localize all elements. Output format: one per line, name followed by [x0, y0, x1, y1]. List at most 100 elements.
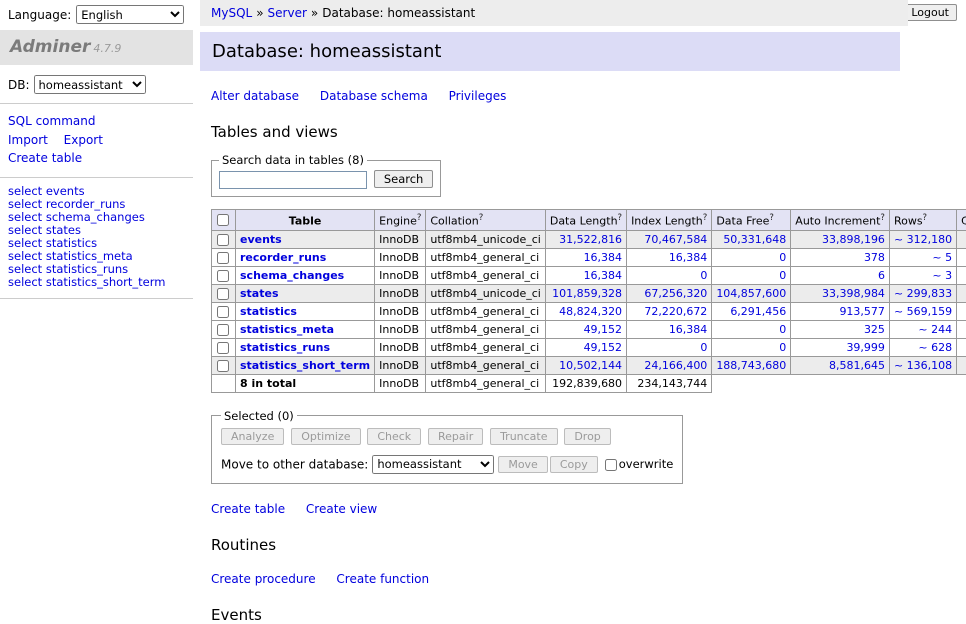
data-free-link[interactable]: 50,331,648: [716, 233, 786, 246]
data-length-link[interactable]: 48,824,320: [550, 305, 622, 318]
data-free-link[interactable]: 0: [716, 251, 786, 264]
data-length-link[interactable]: 16,384: [550, 269, 622, 282]
select-link[interactable]: select: [8, 184, 42, 198]
index-length-link[interactable]: 0: [631, 341, 707, 354]
column-help-icon[interactable]: ?: [417, 213, 422, 223]
nav-link[interactable]: Export: [64, 133, 103, 147]
index-length-link[interactable]: 67,256,320: [631, 287, 707, 300]
data-length-link[interactable]: 16,384: [550, 251, 622, 264]
table-name-link[interactable]: statistics_runs: [46, 262, 128, 276]
table-name-link[interactable]: states: [46, 223, 81, 237]
column-help-icon[interactable]: ?: [880, 213, 885, 223]
move-db-select[interactable]: homeassistant: [372, 455, 494, 474]
select-link[interactable]: select: [8, 210, 42, 224]
data-length-link[interactable]: 101,859,328: [550, 287, 622, 300]
rows-link[interactable]: ~ 312,180: [894, 233, 952, 246]
column-help-icon[interactable]: ?: [769, 213, 774, 223]
row-checkbox[interactable]: [217, 252, 229, 264]
column-help-icon[interactable]: ?: [923, 213, 928, 223]
row-checkbox[interactable]: [217, 360, 229, 372]
data-length-link[interactable]: 49,152: [550, 341, 622, 354]
nav-link[interactable]: Database schema: [320, 89, 428, 103]
bulk-action-button[interactable]: Check: [367, 428, 421, 445]
row-checkbox[interactable]: [217, 288, 229, 300]
row-checkbox[interactable]: [217, 234, 229, 246]
rows-link[interactable]: ~ 569,159: [894, 305, 952, 318]
bulk-action-button[interactable]: Optimize: [291, 428, 360, 445]
table-name-link[interactable]: statistics_meta: [46, 249, 133, 263]
rows-link[interactable]: ~ 5: [894, 251, 952, 264]
auto-increment-link[interactable]: 33,898,196: [795, 233, 885, 246]
table-link[interactable]: statistics_runs: [240, 341, 330, 354]
copy-button[interactable]: Copy: [550, 456, 598, 473]
data-length-link[interactable]: 10,502,144: [550, 359, 622, 372]
select-link[interactable]: select: [8, 236, 42, 250]
auto-increment-link[interactable]: 378: [795, 251, 885, 264]
data-free-link[interactable]: 0: [716, 269, 786, 282]
select-link[interactable]: select: [8, 262, 42, 276]
rows-link[interactable]: ~ 136,108: [894, 359, 952, 372]
table-name-link[interactable]: statistics: [46, 236, 97, 250]
auto-increment-link[interactable]: 39,999: [795, 341, 885, 354]
nav-link[interactable]: Create function: [336, 572, 429, 586]
row-checkbox[interactable]: [217, 270, 229, 282]
nav-link[interactable]: Create view: [306, 502, 377, 516]
column-help-icon[interactable]: ?: [703, 213, 708, 223]
nav-link[interactable]: Create table: [211, 502, 285, 516]
index-length-link[interactable]: 16,384: [631, 323, 707, 336]
nav-link[interactable]: Alter database: [211, 89, 299, 103]
auto-increment-link[interactable]: 325: [795, 323, 885, 336]
nav-link[interactable]: Import: [8, 133, 48, 147]
table-link[interactable]: statistics_short_term: [240, 359, 370, 372]
nav-link[interactable]: Create table: [8, 151, 82, 165]
bulk-action-button[interactable]: Truncate: [490, 428, 557, 445]
auto-increment-link[interactable]: 913,577: [795, 305, 885, 318]
rows-link[interactable]: ~ 628: [894, 341, 952, 354]
row-checkbox[interactable]: [217, 342, 229, 354]
table-name-link[interactable]: statistics_short_term: [46, 275, 166, 289]
table-link[interactable]: schema_changes: [240, 269, 344, 282]
data-free-link[interactable]: 0: [716, 341, 786, 354]
rows-link[interactable]: ~ 244: [894, 323, 952, 336]
breadcrumb-link-mysql[interactable]: MySQL: [211, 6, 252, 20]
data-free-link[interactable]: 188,743,680: [716, 359, 786, 372]
data-length-link[interactable]: 31,522,816: [550, 233, 622, 246]
table-name-link[interactable]: recorder_runs: [46, 197, 126, 211]
select-link[interactable]: select: [8, 249, 42, 263]
table-link[interactable]: recorder_runs: [240, 251, 326, 264]
logout-button[interactable]: Logout: [903, 4, 957, 21]
auto-increment-link[interactable]: 6: [795, 269, 885, 282]
nav-link[interactable]: Create procedure: [211, 572, 316, 586]
row-checkbox[interactable]: [217, 306, 229, 318]
column-help-icon[interactable]: ?: [479, 213, 484, 223]
db-select[interactable]: homeassistant: [34, 75, 146, 94]
table-name-link[interactable]: events: [46, 184, 85, 198]
move-button[interactable]: Move: [498, 456, 548, 473]
data-free-link[interactable]: 0: [716, 323, 786, 336]
select-all-checkbox[interactable]: [217, 214, 229, 226]
bulk-action-button[interactable]: Drop: [564, 428, 610, 445]
app-name-link[interactable]: Adminer: [10, 37, 90, 57]
language-select[interactable]: English: [76, 5, 184, 24]
index-length-link[interactable]: 16,384: [631, 251, 707, 264]
auto-increment-link[interactable]: 8,581,645: [795, 359, 885, 372]
select-link[interactable]: select: [8, 223, 42, 237]
table-name-link[interactable]: schema_changes: [46, 210, 145, 224]
data-length-link[interactable]: 49,152: [550, 323, 622, 336]
bulk-action-button[interactable]: Repair: [428, 428, 483, 445]
auto-increment-link[interactable]: 33,398,984: [795, 287, 885, 300]
table-link[interactable]: events: [240, 233, 282, 246]
search-input[interactable]: [219, 171, 367, 189]
column-help-icon[interactable]: ?: [618, 213, 623, 223]
index-length-link[interactable]: 70,467,584: [631, 233, 707, 246]
data-free-link[interactable]: 104,857,600: [716, 287, 786, 300]
table-link[interactable]: states: [240, 287, 279, 300]
row-checkbox[interactable]: [217, 324, 229, 336]
rows-link[interactable]: ~ 3: [894, 269, 952, 282]
overwrite-checkbox[interactable]: [605, 459, 617, 471]
table-link[interactable]: statistics_meta: [240, 323, 334, 336]
bulk-action-button[interactable]: Analyze: [221, 428, 284, 445]
index-length-link[interactable]: 24,166,400: [631, 359, 707, 372]
index-length-link[interactable]: 72,220,672: [631, 305, 707, 318]
select-link[interactable]: select: [8, 275, 42, 289]
